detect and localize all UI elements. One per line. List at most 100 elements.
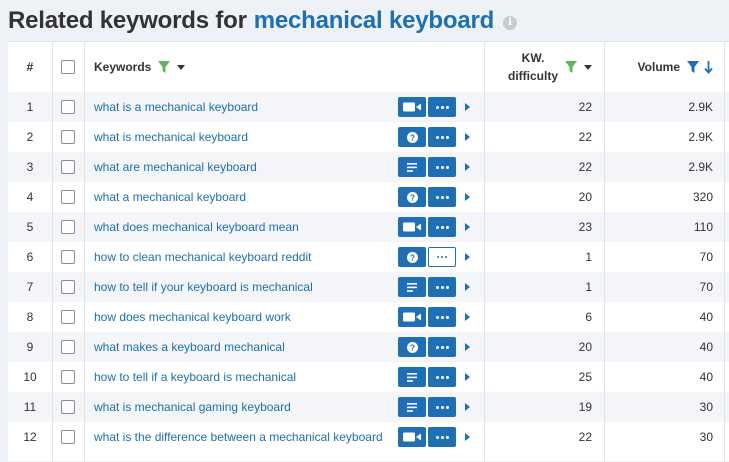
- row-checkbox[interactable]: [61, 160, 75, 174]
- video-icon[interactable]: [398, 307, 426, 327]
- expand-arrow-icon[interactable]: [465, 313, 470, 321]
- header-volume[interactable]: Volume: [605, 42, 715, 92]
- expand-arrow-icon[interactable]: [465, 403, 470, 411]
- kw-difficulty-value: 22: [578, 430, 592, 444]
- text-icon[interactable]: [398, 277, 426, 297]
- video-icon[interactable]: [398, 427, 426, 447]
- question-icon[interactable]: ?: [398, 247, 426, 267]
- expand-arrow-icon[interactable]: [465, 103, 470, 111]
- question-icon[interactable]: ?: [398, 187, 426, 207]
- table-row: 5 what does mechanical keyboard mean 23 110: [8, 212, 729, 242]
- more-options-icon[interactable]: [428, 397, 456, 417]
- expand-arrow-icon[interactable]: [465, 283, 470, 291]
- expand-arrow-icon[interactable]: [465, 253, 470, 261]
- table-row: 12 what is the difference between a mecha…: [8, 422, 729, 452]
- row-select: [52, 332, 84, 362]
- header-keywords-label: Keywords: [94, 60, 152, 74]
- row-number: 2: [26, 130, 34, 144]
- sort-desc-icon[interactable]: [704, 60, 713, 74]
- filter-icon[interactable]: [564, 60, 578, 74]
- row-select: [52, 362, 84, 392]
- keyword-link[interactable]: what are mechanical keyboard: [94, 160, 257, 174]
- column-divider: [84, 42, 85, 462]
- keyword-link[interactable]: how does mechanical keyboard work: [94, 310, 291, 324]
- row-checkbox[interactable]: [61, 130, 75, 144]
- volume-value: 40: [699, 310, 713, 324]
- row-checkbox[interactable]: [61, 370, 75, 384]
- keyword-link[interactable]: what makes a keyboard mechanical: [94, 340, 285, 354]
- row-checkbox[interactable]: [61, 280, 75, 294]
- keyword-link[interactable]: what is a mechanical keyboard: [94, 100, 258, 114]
- kw-difficulty-value: 1: [585, 280, 592, 294]
- keyword-link[interactable]: how to tell if your keyboard is mechanic…: [94, 280, 313, 294]
- caret-down-icon[interactable]: [584, 64, 592, 70]
- more-options-icon[interactable]: [428, 277, 456, 297]
- row-checkbox[interactable]: [61, 340, 75, 354]
- keyword-link[interactable]: what a mechanical keyboard: [94, 190, 246, 204]
- header-keywords[interactable]: Keywords: [94, 42, 384, 92]
- row-checkbox[interactable]: [61, 430, 75, 444]
- more-options-icon[interactable]: [428, 367, 456, 387]
- svg-text:?: ?: [409, 342, 414, 352]
- more-options-icon[interactable]: [428, 97, 456, 117]
- row-checkbox[interactable]: [61, 220, 75, 234]
- column-divider: [724, 42, 725, 462]
- text-icon[interactable]: [398, 157, 426, 177]
- info-icon[interactable]: i: [503, 15, 518, 30]
- keyword-link[interactable]: what is mechanical keyboard: [94, 130, 248, 144]
- row-checkbox[interactable]: [61, 310, 75, 324]
- expand-arrow-icon[interactable]: [465, 433, 470, 441]
- question-icon[interactable]: ?: [398, 337, 426, 357]
- more-options-icon[interactable]: [428, 217, 456, 237]
- expand-arrow-icon[interactable]: [465, 223, 470, 231]
- question-icon[interactable]: ?: [398, 127, 426, 147]
- expand-arrow-icon[interactable]: [465, 193, 470, 201]
- kw-difficulty-value: 22: [578, 130, 592, 144]
- keyword-link[interactable]: how to clean mechanical keyboard reddit: [94, 250, 311, 264]
- row-checkbox[interactable]: [61, 100, 75, 114]
- more-options-icon[interactable]: [428, 247, 456, 267]
- more-options-icon[interactable]: [428, 127, 456, 147]
- video-icon[interactable]: [398, 97, 426, 117]
- header-select-all: [52, 42, 84, 92]
- more-options-icon[interactable]: [428, 307, 456, 327]
- text-icon[interactable]: [398, 397, 426, 417]
- keyword-cell: what a mechanical keyboard: [94, 182, 384, 212]
- row-checkbox[interactable]: [61, 250, 75, 264]
- expand-arrow-icon[interactable]: [465, 373, 470, 381]
- expand-arrow-icon[interactable]: [465, 343, 470, 351]
- more-options-icon[interactable]: [428, 427, 456, 447]
- expand-arrow-icon[interactable]: [465, 133, 470, 141]
- row-select: [52, 92, 84, 122]
- text-icon[interactable]: [398, 367, 426, 387]
- row-checkbox[interactable]: [61, 400, 75, 414]
- table-row: 4 what a mechanical keyboard? 20 320: [8, 182, 729, 212]
- filter-icon[interactable]: [686, 60, 700, 74]
- row-actions: [398, 362, 478, 392]
- row-number: 9: [26, 340, 34, 354]
- more-options-icon[interactable]: [428, 187, 456, 207]
- volume-value: 2.9K: [688, 100, 713, 114]
- select-all-checkbox[interactable]: [61, 60, 75, 74]
- caret-down-icon[interactable]: [177, 64, 186, 70]
- video-icon[interactable]: [398, 217, 426, 237]
- keyword-cell: how to tell if your keyboard is mechanic…: [94, 272, 384, 302]
- keyword-cell: what are mechanical keyboard: [94, 152, 384, 182]
- keyword-link[interactable]: how to tell if a keyboard is mechanical: [94, 370, 296, 384]
- row-select: [52, 182, 84, 212]
- volume-value: 40: [699, 340, 713, 354]
- keyword-link[interactable]: what does mechanical keyboard mean: [94, 220, 299, 234]
- row-actions: ?: [398, 182, 478, 212]
- expand-arrow-icon[interactable]: [465, 163, 470, 171]
- header-num: #: [26, 60, 34, 74]
- more-options-icon[interactable]: [428, 337, 456, 357]
- header-kw-difficulty[interactable]: KW. difficulty: [484, 42, 594, 92]
- keyword-cell: how to tell if a keyboard is mechanical: [94, 362, 384, 392]
- row-checkbox[interactable]: [61, 190, 75, 204]
- keyword-link[interactable]: what is mechanical gaming keyboard: [94, 400, 291, 414]
- kw-difficulty-value: 20: [578, 190, 592, 204]
- table-row: 1 what is a mechanical keyboard 22 2.9K: [8, 92, 729, 122]
- keyword-link[interactable]: what is the difference between a mechani…: [94, 430, 383, 444]
- filter-icon[interactable]: [157, 60, 171, 74]
- more-options-icon[interactable]: [428, 157, 456, 177]
